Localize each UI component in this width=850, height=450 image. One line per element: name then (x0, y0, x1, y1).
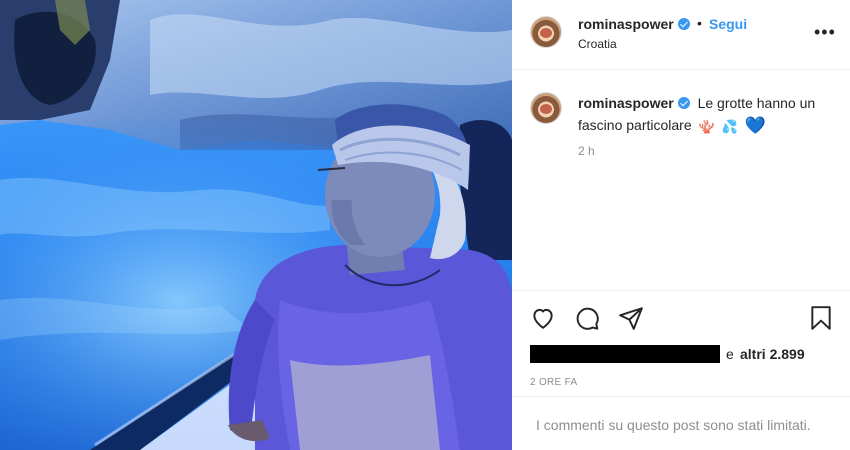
cave-photo-illustration (0, 0, 512, 450)
comments-limited-notice: I commenti su questo post sono stati lim… (512, 396, 850, 450)
caption-time-ago: 2 h (578, 144, 595, 158)
coral-emoji-icon: 🪸 (698, 119, 715, 134)
blue-heart-emoji-icon: 💙 (744, 116, 766, 135)
avatar[interactable] (530, 16, 562, 48)
verified-badge-icon (677, 18, 690, 30)
droplets-emoji-icon: 💦 (721, 119, 738, 134)
likes-count-button[interactable]: altri 2.899 (740, 346, 805, 362)
caption-username[interactable]: rominaspower (578, 95, 694, 111)
post-actions-bar (512, 290, 850, 344)
more-options-icon[interactable]: ••• (814, 23, 836, 41)
heart-icon[interactable] (530, 305, 556, 331)
post-side-panel: rominaspower • Segui Croatia ••• rominas… (512, 0, 850, 450)
verified-badge-icon (677, 97, 690, 109)
instagram-post: rominaspower • Segui Croatia ••• rominas… (0, 0, 850, 450)
post-photo[interactable] (0, 0, 512, 450)
author-username[interactable]: rominaspower (578, 16, 690, 32)
caption-text-block: rominaspower Le grotte hanno un fascino … (578, 92, 834, 138)
header-separator: • (697, 15, 702, 31)
share-icon[interactable] (618, 305, 644, 331)
redacted-liker-names (530, 345, 720, 363)
post-location[interactable]: Croatia (578, 37, 617, 51)
bookmark-icon[interactable] (808, 305, 834, 331)
post-timestamp[interactable]: 2 ORE FA (530, 377, 577, 388)
caption-avatar[interactable] (530, 92, 562, 124)
post-header: rominaspower • Segui Croatia ••• (512, 0, 850, 70)
likes-and-text: e (726, 346, 734, 362)
comments-limited-text: I commenti su questo post sono stati lim… (536, 417, 811, 433)
caption-username-text[interactable]: rominaspower (578, 95, 674, 111)
post-caption: rominaspower Le grotte hanno un fascino … (512, 70, 850, 290)
follow-button[interactable]: Segui (709, 16, 747, 32)
comment-icon[interactable] (574, 305, 600, 331)
author-username-text[interactable]: rominaspower (578, 16, 674, 32)
